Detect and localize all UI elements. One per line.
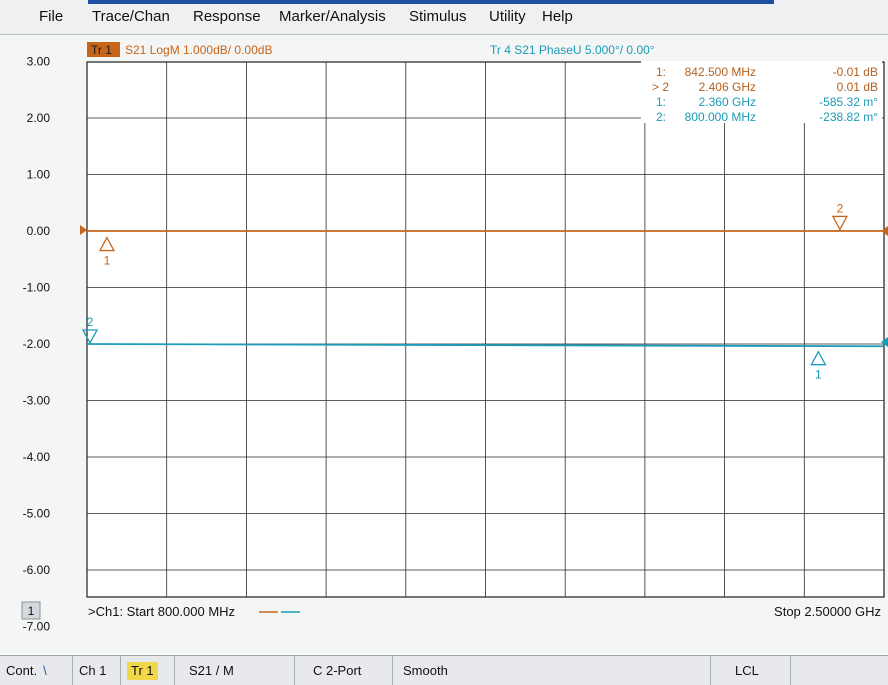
plot-grid [86,61,885,598]
channel-indicator-label: 1 [28,604,35,618]
status-calibration[interactable]: C 2-Port [295,656,393,685]
title-strip [88,0,774,4]
status-smooth[interactable]: Smooth [393,656,711,685]
status-parameter[interactable]: S21 / M [175,656,295,685]
menu-marker-analysis[interactable]: Marker/Analysis [279,8,386,25]
y-tick-label: 3.00 [27,55,51,69]
y-axis-ticks: 3.00 2.00 1.00 0.00 -1.00 -2.00 -3.00 -4.00 -5.0… [23,55,51,634]
stop-frequency-label: Stop 2.50000 GHz [774,604,881,619]
status-cont-slash-icon: \ [43,663,47,678]
y-tick-label: -2.00 [23,337,51,351]
trace4-label: Tr 4 S21 PhaseU 5.000°/ 0.00° [490,43,655,57]
marker-row-4-value: -238.82 m° [819,110,878,124]
marker-row-4-freq: 800.000 MHz [685,110,756,124]
status-trace[interactable]: Tr 1 [121,656,175,685]
trace1-tag[interactable]: Tr 1 [91,43,112,57]
trace1-reference-arrow[interactable] [80,225,87,235]
marker-row-2-id: > 2 [652,80,669,94]
status-lcl[interactable]: LCL [711,656,791,685]
marker-row-1-id: 1: [656,65,666,79]
y-tick-label: -3.00 [23,394,51,408]
y-tick-label: 0.00 [27,224,51,238]
y-tick-label: -5.00 [23,507,51,521]
menu-bar: File Trace/Chan Response Marker/Analysis… [0,0,888,35]
status-cont[interactable]: Cont. \ [0,656,73,685]
menu-help[interactable]: Help [542,8,573,25]
marker-row-1-value: -0.01 dB [833,65,878,79]
marker-label: 2 [837,201,844,215]
marker-label: 2 [87,315,94,329]
menu-utility[interactable]: Utility [489,8,526,25]
menu-response[interactable]: Response [193,8,261,25]
status-cont-label: Cont. [6,663,38,678]
marker-row-3-id: 1: [656,95,666,109]
marker-row-4-id: 2: [656,110,666,124]
analyzer-screen: 1 2 1 2 3.00 2.00 1.00 0.00 -1.00 -2.00 -3.00 -4.0… [0,35,888,654]
status-trace-label: Tr 1 [127,662,158,680]
status-bar: Cont. \ Ch 1 Tr 1 S21 / M C 2-Port Smooth… [0,655,888,685]
marker-row-2-freq: 2.406 GHz [699,80,756,94]
status-blank [791,656,888,685]
start-frequency-label: >Ch1: Start 800.000 MHz [88,604,235,619]
menu-file[interactable]: File [39,8,63,25]
y-tick-label: -7.00 [23,620,51,634]
marker-label: 1 [104,254,111,268]
marker-table: 1: 842.500 MHz -0.01 dB > 2 2.406 GHz 0.… [641,61,882,124]
marker-row-2-value: 0.01 dB [837,80,878,94]
y-tick-label: -1.00 [23,281,51,295]
marker-row-1-freq: 842.500 MHz [685,65,756,79]
marker-row-3-freq: 2.360 GHz [699,95,756,109]
y-tick-label: 1.00 [27,168,51,182]
menu-stimulus[interactable]: Stimulus [409,8,467,25]
y-tick-label: -4.00 [23,450,51,464]
menu-trace-chan[interactable]: Trace/Chan [92,8,170,25]
chart-area[interactable]: 1 2 1 2 3.00 2.00 1.00 0.00 -1.00 -2.00 -3.00 -4.0… [0,35,888,654]
marker-row-3-value: -585.32 m° [819,95,878,109]
y-tick-label: -6.00 [23,563,51,577]
status-channel[interactable]: Ch 1 [73,656,121,685]
y-tick-label: 2.00 [27,111,51,125]
trace1-label: S21 LogM 1.000dB/ 0.00dB [125,43,272,57]
marker-label: 1 [815,368,822,382]
